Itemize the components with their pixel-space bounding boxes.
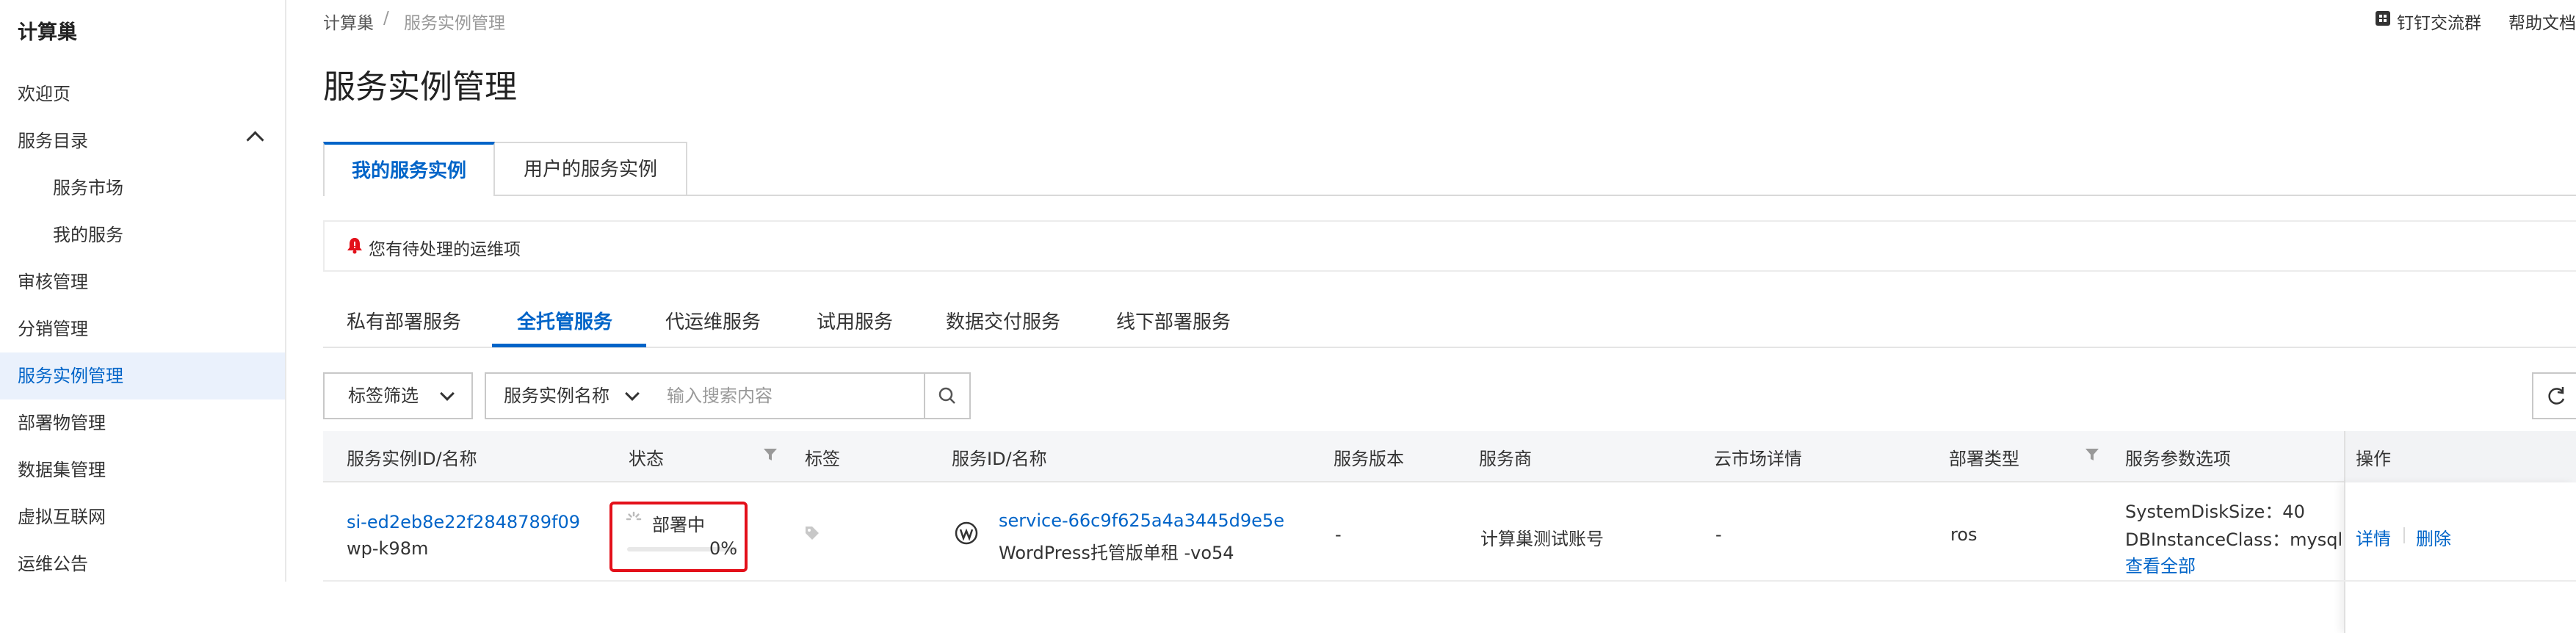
- dingtalk-icon: [2375, 10, 2391, 26]
- sidebar-item-vpn[interactable]: 虚拟互联网: [0, 493, 285, 540]
- sidebar-item-my-services[interactable]: 我的服务: [0, 211, 285, 258]
- col-status: 状态: [629, 449, 664, 469]
- instance-name: wp-k98m: [347, 538, 429, 559]
- sidebar-title: 计算巢: [18, 21, 77, 44]
- sidebar-item-review[interactable]: 审核管理: [0, 258, 285, 305]
- action-divider: [2403, 527, 2405, 543]
- sidebar-item-distribution[interactable]: 分销管理: [0, 305, 285, 352]
- col-version: 服务版本: [1334, 449, 1404, 469]
- ops-notice-text[interactable]: 您有待处理的运维项: [369, 235, 521, 260]
- field-select[interactable]: 服务实例名称: [485, 372, 651, 419]
- field-select-label: 服务实例名称: [504, 386, 609, 406]
- status-text: 部署中: [652, 515, 705, 535]
- progress-text: 0%: [709, 538, 738, 559]
- help-docs-link[interactable]: 帮助文档: [2508, 9, 2576, 34]
- sidebar: 计算巢 欢迎页 服务目录 服务市场 我的服务 审核管理 分销管理 服务实例管理 …: [0, 0, 286, 582]
- tab-divider: [687, 195, 2576, 196]
- service-version: -: [1335, 524, 1342, 545]
- tag-filter-label: 标签筛选: [348, 386, 419, 406]
- breadcrumb-separator: /: [383, 9, 389, 28]
- chevron-down-icon: [625, 386, 640, 401]
- tag-icon[interactable]: [803, 524, 821, 542]
- bell-alert-icon: [347, 236, 363, 254]
- ops-notice-bar[interactable]: [323, 220, 2576, 272]
- subtab-data-delivery[interactable]: 数据交付服务: [946, 307, 1060, 334]
- view-all-params-link[interactable]: 查看全部: [2125, 551, 2196, 577]
- sidebar-item-datasets[interactable]: 数据集管理: [0, 446, 285, 493]
- dingtalk-group-link[interactable]: 钉钉交流群: [2397, 9, 2481, 34]
- col-market: 云市场详情: [1714, 449, 1802, 469]
- sidebar-item-artifacts[interactable]: 部署物管理: [0, 399, 285, 446]
- service-name: WordPress托管版单租 -vo54: [999, 543, 1234, 563]
- search-button[interactable]: [924, 372, 971, 419]
- refresh-icon: [2548, 387, 2565, 405]
- col-provider: 服务商: [1479, 449, 1532, 469]
- service-id-link[interactable]: service-66c9f625a4a3445d9e5e: [999, 510, 1284, 531]
- sidebar-item-service-catalog[interactable]: 服务目录: [0, 117, 285, 164]
- tab-my-instances[interactable]: 我的服务实例: [323, 142, 495, 196]
- col-deploy-type: 部署类型: [1949, 449, 2019, 469]
- param-system-disk: SystemDiskSize：40: [2125, 502, 2305, 522]
- col-service: 服务ID/名称: [952, 449, 1047, 469]
- page-title: 服务实例管理: [323, 68, 517, 106]
- subtab-selected-indicator: [492, 344, 646, 347]
- param-db-class: DBInstanceClass：mysql.n: [2125, 529, 2344, 550]
- subtab-offline-deploy[interactable]: 线下部署服务: [1116, 307, 1231, 334]
- subtab-fully-managed[interactable]: 全托管服务: [517, 307, 612, 334]
- instance-id-link[interactable]: si-ed2eb8e22f2848789f09: [347, 512, 580, 532]
- subtab-divider: [323, 347, 2576, 348]
- col-actions: 操作: [2356, 449, 2391, 469]
- sidebar-item-announcements[interactable]: 运维公告: [0, 540, 285, 587]
- deploy-type: ros: [1950, 524, 1978, 545]
- subtab-managed-ops[interactable]: 代运维服务: [665, 307, 761, 334]
- sidebar-item-instances[interactable]: 服务实例管理: [0, 352, 285, 399]
- refresh-button[interactable]: [2532, 372, 2576, 419]
- sidebar-item-label: 服务目录: [18, 131, 88, 151]
- ops-cell: [2344, 482, 2576, 633]
- breadcrumb-root[interactable]: 计算巢: [323, 9, 374, 34]
- search-icon: [938, 387, 955, 404]
- breadcrumb-current: 服务实例管理: [404, 14, 505, 33]
- filter-icon[interactable]: [2084, 446, 2100, 463]
- col-tags: 标签: [805, 449, 840, 469]
- wordpress-icon: [955, 521, 978, 545]
- chevron-down-icon: [440, 386, 455, 401]
- delete-link[interactable]: 删除: [2416, 524, 2451, 550]
- spinner-icon: [626, 511, 642, 527]
- subtab-private-deploy[interactable]: 私有部署服务: [347, 307, 461, 334]
- col-params: 服务参数选项: [2125, 449, 2231, 469]
- tab-user-instances[interactable]: 用户的服务实例: [495, 142, 687, 196]
- sidebar-item-welcome[interactable]: 欢迎页: [0, 70, 285, 117]
- col-instance: 服务实例ID/名称: [347, 449, 477, 469]
- sidebar-item-service-market[interactable]: 服务市场: [0, 164, 285, 211]
- service-provider: 计算巢测试账号: [1480, 529, 1604, 549]
- market-details: -: [1715, 524, 1722, 545]
- filter-icon[interactable]: [762, 446, 778, 463]
- details-link[interactable]: 详情: [2356, 524, 2391, 550]
- subtab-trial[interactable]: 试用服务: [817, 307, 893, 334]
- chevron-up-icon: [246, 131, 264, 149]
- search-input[interactable]: 输入搜索内容: [649, 372, 925, 419]
- tag-filter-dropdown[interactable]: 标签筛选: [323, 372, 473, 419]
